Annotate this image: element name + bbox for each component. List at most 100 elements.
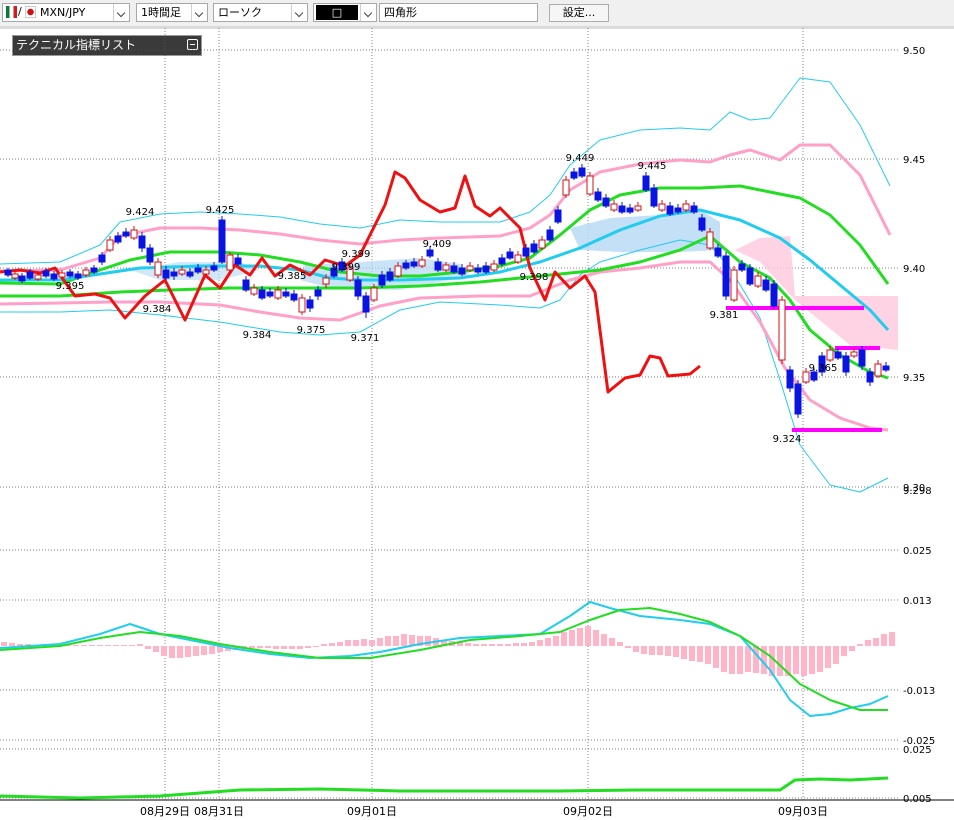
chart-canvas[interactable]: 9.509.459.409.359.309.2980.0250.013-0.01… [0,0,954,820]
macd-histogram-bar [857,644,863,646]
macd-histogram-bar [705,646,711,664]
macd-histogram-bar [329,643,335,646]
price-low-label: 9.298 [903,486,932,497]
candle-down [738,263,746,271]
macd-histogram-bar [745,646,751,672]
candle-down [162,269,170,279]
macd-histogram-bar [393,636,399,646]
candle-down [786,369,794,389]
candle-down [266,291,274,297]
candle-down [410,261,418,267]
macd-histogram-bar [121,645,127,646]
candle-down [746,267,754,285]
price-annotation: 9.324 [773,434,802,445]
macd-histogram-bar [129,645,135,646]
candle-down [546,229,554,241]
candle-up [634,205,642,211]
date-tick-label: 09月02日 [563,805,613,818]
candle-down [666,205,674,215]
price-tick-label: 9.50 [903,46,925,57]
candle-down [434,261,442,271]
macd-histogram-bar [201,646,207,655]
candle-down [842,355,850,373]
price-annotation: 9.445 [638,161,667,172]
candle-down [690,205,698,213]
candle-up [11,273,19,279]
macd-histogram-bar [377,638,383,646]
candle-down [450,265,458,273]
date-tick-label: 09月01日 [347,805,397,818]
candle-up [754,275,762,287]
macd-histogram-bar [665,646,671,656]
candle-down [42,270,50,277]
date-tick-label: 09月03日 [778,805,828,818]
macd-histogram-bar [473,644,479,646]
macd-histogram-bar [481,644,487,646]
sub-tick-label: 0.025 [903,745,932,756]
candle-up [58,272,66,278]
candle-down [426,249,434,257]
candle-down [834,351,842,359]
sub-tick-label: 0.005 [903,794,932,805]
macd-histogram-bar [137,644,143,646]
price-annotation: 9.375 [297,325,326,336]
macd-histogram-bar [289,646,295,649]
magenta-level-line [835,346,880,350]
macd-histogram-bar [793,646,799,674]
candle-down [218,219,226,263]
candle-up [490,263,498,271]
macd-histogram-bar [281,646,287,649]
candle-down [650,187,658,207]
price-annotation: 9.424 [126,207,155,218]
macd-histogram-bar [553,636,559,646]
candle-up [874,363,882,377]
candle-up [850,351,858,357]
macd-histogram-bar [721,646,727,672]
macd-histogram-bar [561,632,567,646]
macd-histogram-bar [833,646,839,664]
macd-histogram-bar [673,646,679,657]
date-tick-label: 08月29日 [140,805,190,818]
candle-down [762,279,770,291]
macd-histogram-bar [649,646,655,655]
price-annotation: 9.384 [243,330,272,341]
candle-up [82,269,90,276]
candle-down [146,247,154,263]
candle-down [170,271,178,277]
candle-down [482,265,490,273]
candle-up [730,269,738,301]
candle-up [586,175,594,195]
macd-histogram-bar [537,640,543,646]
macd-histogram-bar [9,643,15,646]
macd-histogram-bar [737,646,743,674]
macd-histogram-bar [489,644,495,646]
candle-down [506,251,514,259]
macd-histogram-bar [681,646,687,659]
macd-histogram-bar [585,626,591,646]
macd-histogram-bar [569,630,575,646]
candle-up [178,269,186,275]
candle-up [562,179,570,196]
macd-histogram-bar [273,646,279,649]
candle-up [682,203,690,211]
date-tick-label: 08月31日 [194,805,244,818]
price-annotation: 9.381 [710,310,739,321]
macd-histogram-bar [593,630,599,646]
macd-histogram-bar [401,634,407,646]
macd-histogram-bar [313,646,319,647]
macd-histogram-bar [169,646,175,658]
macd-histogram-bar [161,646,167,656]
magenta-level-line [792,428,882,432]
candle-down [122,231,130,237]
candle-down [530,243,538,253]
candle-down [402,262,410,269]
macd-histogram-bar [249,646,255,648]
candle-down [882,365,890,371]
macd-histogram-bar [801,646,807,676]
candle-up [298,297,306,313]
macd-histogram-bar [609,638,615,646]
macd-histogram-bar [153,646,159,652]
price-tick-label: 9.40 [903,264,925,275]
candle-up [154,261,162,276]
price-tick-label: 9.45 [903,155,925,166]
